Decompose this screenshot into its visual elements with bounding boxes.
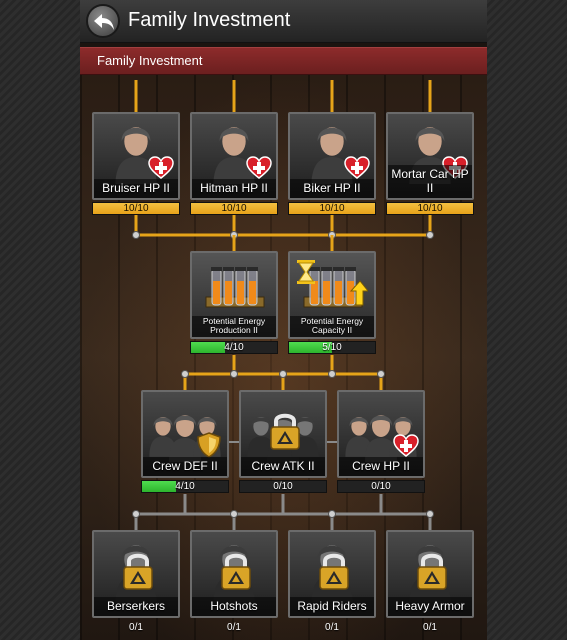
node-tile: Rapid Riders [288, 530, 376, 618]
progress-bar: 0/10 [239, 480, 327, 493]
node-label: Heavy Armor [388, 597, 472, 616]
right-background [487, 0, 567, 640]
node-tile: Crew HP II [337, 390, 425, 478]
connector-node [279, 370, 287, 378]
node-label: Biker HP II [290, 179, 374, 198]
progress-text: 0/1 [325, 622, 339, 633]
node-label: Crew DEF II [143, 457, 227, 476]
node-potential-energy-production-ii[interactable]: Potential Energy Production II 4/10 [190, 251, 278, 357]
node-tile: Bruiser HP II [92, 112, 180, 200]
node-rapid-riders[interactable]: Rapid Riders 0/1 [288, 530, 376, 636]
node-label: Crew ATK II [241, 457, 325, 476]
connector-node [132, 231, 140, 239]
progress-bar: 0/1 [190, 622, 278, 635]
progress-text: 10/10 [319, 203, 345, 214]
node-label: Crew HP II [339, 457, 423, 476]
connector-node [377, 370, 385, 378]
progress-bar: 0/1 [288, 622, 376, 635]
node-tile: Biker HP II [288, 112, 376, 200]
progress-bar: 0/1 [92, 622, 180, 635]
lock-icon [267, 410, 303, 455]
node-crew-def-ii[interactable]: Crew DEF II 4/10 [141, 390, 229, 496]
node-label: Potential Energy Production II [192, 316, 276, 337]
node-tile: Mortar Car HP II [386, 112, 474, 200]
node-biker-hp-ii[interactable]: Biker HP II 10/10 [288, 112, 376, 218]
connector-node [426, 510, 434, 518]
node-tile: Hitman HP II [190, 112, 278, 200]
node-label: Berserkers [94, 597, 178, 616]
node-tile: Potential Energy Production II [190, 251, 278, 339]
node-tile: Crew DEF II [141, 390, 229, 478]
node-label: Rapid Riders [290, 597, 374, 616]
node-crew-atk-ii[interactable]: Crew ATK II 0/10 [239, 390, 327, 496]
node-hotshots[interactable]: Hotshots 0/1 [190, 530, 278, 636]
connector-node [328, 510, 336, 518]
progress-text: 0/10 [371, 481, 391, 492]
node-mortar-car-hp-ii[interactable]: Mortar Car HP II 10/10 [386, 112, 474, 218]
node-label: Mortar Car HP II [388, 165, 472, 198]
lock-icon [316, 550, 352, 595]
node-tile: Crew ATK II [239, 390, 327, 478]
node-bruiser-hp-ii[interactable]: Bruiser HP II 10/10 [92, 112, 180, 218]
connector-node [181, 370, 189, 378]
investment-panel: Family Investment Family Investment Brui… [80, 0, 487, 640]
progress-text: 0/1 [227, 622, 241, 633]
node-label: Hitman HP II [192, 179, 276, 198]
progress-bar: 5/10 [288, 341, 376, 354]
node-label: Hotshots [192, 597, 276, 616]
connector-node [426, 231, 434, 239]
progress-text: 10/10 [221, 203, 247, 214]
progress-text: 4/10 [175, 481, 195, 492]
progress-text: 10/10 [417, 203, 443, 214]
connector-node [328, 370, 336, 378]
progress-text: 4/10 [224, 342, 244, 353]
node-label: Potential Energy Capacity II [290, 316, 374, 337]
hourglass-up-icon [296, 259, 316, 290]
progress-bar: 10/10 [190, 202, 278, 215]
progress-text: 0/1 [423, 622, 437, 633]
node-label: Bruiser HP II [94, 179, 178, 198]
node-tile: Heavy Armor [386, 530, 474, 618]
lock-icon [218, 550, 254, 595]
progress-bar: 10/10 [386, 202, 474, 215]
connector-node [230, 370, 238, 378]
node-hitman-hp-ii[interactable]: Hitman HP II 10/10 [190, 112, 278, 218]
progress-bar: 0/1 [386, 622, 474, 635]
progress-text: 0/1 [129, 622, 143, 633]
node-heavy-armor[interactable]: Heavy Armor 0/1 [386, 530, 474, 636]
lock-icon [120, 550, 156, 595]
progress-text: 10/10 [123, 203, 149, 214]
progress-text: 5/10 [322, 342, 342, 353]
node-tile: Hotshots [190, 530, 278, 618]
node-tile: Potential Energy Capacity II [288, 251, 376, 339]
connector-node [230, 510, 238, 518]
left-background [0, 0, 80, 640]
node-tile: Berserkers [92, 530, 180, 618]
node-crew-hp-ii[interactable]: Crew HP II 0/10 [337, 390, 425, 496]
node-berserkers[interactable]: Berserkers 0/1 [92, 530, 180, 636]
node-potential-energy-capacity-ii[interactable]: Potential Energy Capacity II 5/10 [288, 251, 376, 357]
progress-text: 0/10 [273, 481, 293, 492]
progress-bar: 10/10 [92, 202, 180, 215]
progress-bar: 10/10 [288, 202, 376, 215]
progress-bar: 4/10 [141, 480, 229, 493]
progress-bar: 4/10 [190, 341, 278, 354]
lock-icon [414, 550, 450, 595]
progress-bar: 0/10 [337, 480, 425, 493]
connector-node [132, 510, 140, 518]
